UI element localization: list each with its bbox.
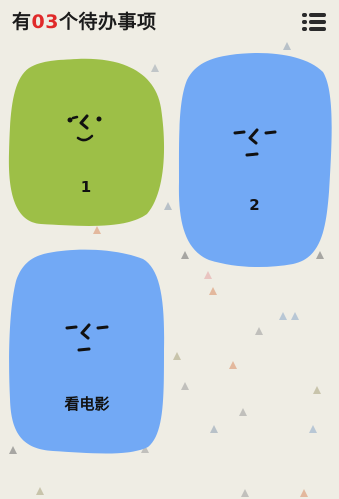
todo-label: 2 [249,196,260,214]
indifferent-face-icon [233,128,276,157]
list-menu-icon [302,13,326,31]
smiling-face-icon [67,114,102,142]
indifferent-face-icon [65,323,109,352]
title-suffix: 个待办事项 [58,11,157,33]
todo-card[interactable]: 看电影 [8,249,166,455]
todo-count: 03 [31,11,59,33]
todo-card[interactable]: 2 [175,52,334,268]
title-prefix: 有 [12,11,32,33]
page-title: 有03个待办事项 [12,7,156,34]
todo-label: 1 [80,178,92,196]
todo-card[interactable]: 1 [7,58,165,230]
todo-label: 看电影 [64,395,110,413]
list-menu-button[interactable] [302,12,326,32]
app-header: 有03个待办事项 [0,0,339,40]
